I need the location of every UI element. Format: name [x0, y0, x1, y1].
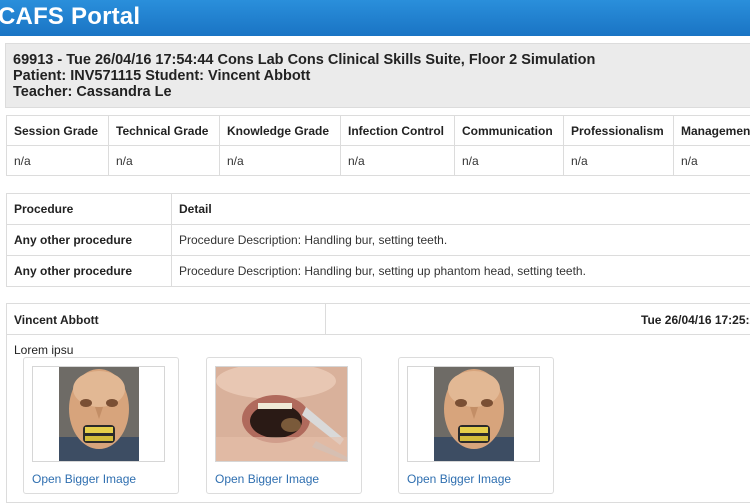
note-author: Vincent Abbott	[14, 313, 99, 327]
procedures-table: Procedure Detail Any other procedure Pro…	[6, 193, 750, 287]
grade-header-session: Session Grade	[7, 116, 109, 146]
dental-procedure-photo[interactable]	[215, 366, 348, 462]
note-text: Lorem ipsu	[14, 343, 73, 357]
image-thumbnail: Open Bigger Image	[23, 357, 179, 494]
grade-header-professionalism: Professionalism	[564, 116, 674, 146]
image-thumbnail: Open Bigger Image	[398, 357, 554, 494]
divider	[325, 304, 326, 334]
patient-id: INV571115	[70, 68, 141, 84]
grades-table: Session Grade Technical Grade Knowledge …	[6, 115, 750, 176]
open-bigger-image-link[interactable]: Open Bigger Image	[407, 472, 511, 486]
grade-value-management: n/a	[674, 146, 750, 176]
note-header: Vincent Abbott Tue 26/04/16 17:25:2	[7, 304, 750, 335]
grade-header-management: Management	[674, 116, 750, 146]
session-note: Vincent Abbott Tue 26/04/16 17:25:2 Lore…	[6, 303, 750, 503]
student-name: Vincent Abbott	[208, 68, 310, 84]
procedure-detail: Procedure Description: Handling bur, set…	[172, 256, 750, 287]
grade-value-infection: n/a	[341, 146, 455, 176]
detail-header: Detail	[172, 194, 750, 225]
grade-value-technical: n/a	[109, 146, 220, 176]
teacher-label: Teacher:	[13, 84, 72, 100]
phantom-head-icon[interactable]	[32, 366, 165, 462]
patient-student-line: Patient: INV571115 Student: Vincent Abbo…	[13, 68, 750, 84]
grade-header-knowledge: Knowledge Grade	[220, 116, 341, 146]
table-row: Any other procedure Procedure Descriptio…	[7, 225, 750, 256]
teacher-line: Teacher: Cassandra Le	[13, 84, 750, 100]
phantom-head-icon[interactable]	[407, 366, 540, 462]
grade-header-infection: Infection Control	[341, 116, 455, 146]
grade-header-communication: Communication	[455, 116, 564, 146]
grade-header-technical: Technical Grade	[109, 116, 220, 146]
grade-value-communication: n/a	[455, 146, 564, 176]
procedure-header: Procedure	[7, 194, 172, 225]
procedure-name: Any other procedure	[7, 225, 172, 256]
grades-header-row: Session Grade Technical Grade Knowledge …	[7, 116, 750, 146]
procedure-name: Any other procedure	[7, 256, 172, 287]
session-title: 69913 - Tue 26/04/16 17:54:44 Cons Lab C…	[13, 52, 750, 68]
teacher-name: Cassandra Le	[76, 84, 171, 100]
patient-label: Patient:	[13, 68, 66, 84]
image-thumbnail: Open Bigger Image	[206, 357, 362, 494]
session-summary: 69913 - Tue 26/04/16 17:54:44 Cons Lab C…	[5, 43, 750, 108]
procedures-header-row: Procedure Detail	[7, 194, 750, 225]
grades-value-row: n/a n/a n/a n/a n/a n/a n/a	[7, 146, 750, 176]
app-header: CAFS Portal	[0, 0, 750, 36]
grade-value-professionalism: n/a	[564, 146, 674, 176]
procedure-detail: Procedure Description: Handling bur, set…	[172, 225, 750, 256]
open-bigger-image-link[interactable]: Open Bigger Image	[32, 472, 136, 486]
grade-value-session: n/a	[7, 146, 109, 176]
table-row: Any other procedure Procedure Descriptio…	[7, 256, 750, 287]
note-timestamp: Tue 26/04/16 17:25:2	[641, 313, 750, 327]
app-title[interactable]: CAFS Portal	[0, 3, 140, 31]
student-label: Student:	[145, 68, 204, 84]
open-bigger-image-link[interactable]: Open Bigger Image	[215, 472, 319, 486]
grade-value-knowledge: n/a	[220, 146, 341, 176]
